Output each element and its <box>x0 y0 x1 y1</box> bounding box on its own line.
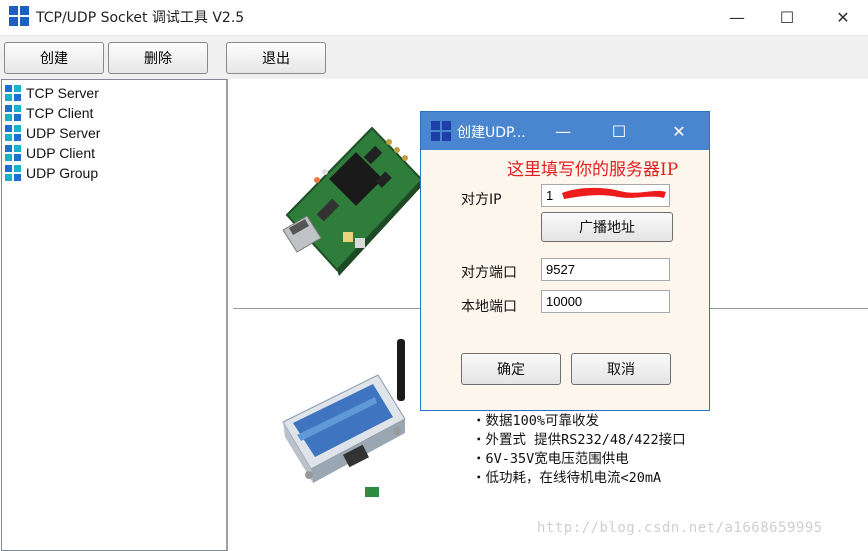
close-icon: ✕ <box>672 121 686 141</box>
create-udp-dialog: 创建UDP... — ☐ ✕ 这里填写你的服务器IP 对方IP 广播地址 对方端… <box>420 111 710 411</box>
local-port-input[interactable] <box>541 290 670 313</box>
dialog-app-icon <box>431 121 451 141</box>
socket-icon <box>5 144 21 161</box>
broadcast-address-button[interactable]: 广播地址 <box>541 212 673 242</box>
tree-item-tcp-server[interactable]: TCP Server <box>5 83 99 102</box>
redaction-mark <box>562 187 666 199</box>
tree-item-label: TCP Client <box>26 104 94 121</box>
feature-item: ・低功耗，在线待机电流<20mA <box>472 470 662 486</box>
socket-icon <box>5 104 21 121</box>
socket-icon <box>5 164 21 181</box>
close-icon: ✕ <box>836 7 850 27</box>
dialog-title-bar: 创建UDP... — ☐ ✕ <box>421 112 709 150</box>
tree-item-label: UDP Client <box>26 144 95 161</box>
tree-item-tcp-client[interactable]: TCP Client <box>5 103 93 122</box>
remote-port-input[interactable] <box>541 258 670 281</box>
cancel-button[interactable]: 取消 <box>571 353 671 385</box>
tree-item-label: TCP Server <box>26 84 99 101</box>
tree-item-udp-client[interactable]: UDP Client <box>5 143 95 162</box>
app-icon <box>9 6 29 26</box>
window-title: TCP/UDP Socket 调试工具 V2.5 <box>36 10 245 26</box>
dialog-maximize-button[interactable]: ☐ <box>595 112 643 150</box>
dialog-close-button[interactable]: ✕ <box>655 112 703 150</box>
ok-button[interactable]: 确定 <box>461 353 561 385</box>
minimize-icon: — <box>729 7 745 27</box>
server-ip-hint: 这里填写你的服务器IP <box>507 160 679 180</box>
minimize-icon: — <box>555 121 571 141</box>
socket-icon <box>5 84 21 101</box>
toolbar: 创建 删除 退出 <box>0 35 868 80</box>
maximize-icon: ☐ <box>611 121 627 141</box>
dtu-device-image <box>282 339 406 497</box>
create-button[interactable]: 创建 <box>4 42 104 74</box>
feature-item: ・外置式 提供RS232/48/422接口 <box>472 432 686 448</box>
connection-tree[interactable]: TCP Server TCP Client UDP Server UDP Cli… <box>1 79 228 551</box>
exit-button[interactable]: 退出 <box>226 42 326 74</box>
feature-item: ・数据100%可靠收发 <box>472 413 600 429</box>
dialog-minimize-button[interactable]: — <box>539 112 587 150</box>
tree-item-udp-group[interactable]: UDP Group <box>5 163 98 182</box>
local-port-label: 本地端口 <box>461 299 517 315</box>
title-bar: TCP/UDP Socket 调试工具 V2.5 — ☐ ✕ <box>0 0 868 34</box>
feature-item: ・6V-35V宽电压范围供电 <box>472 451 629 467</box>
minimize-button[interactable]: — <box>712 0 762 34</box>
tree-item-udp-server[interactable]: UDP Server <box>5 123 100 142</box>
ethernet-module-image <box>282 126 424 276</box>
feature-list: ・数据100%可靠收发 ・外置式 提供RS232/48/422接口 ・6V-35… <box>472 412 686 488</box>
close-button[interactable]: ✕ <box>818 0 868 34</box>
delete-button[interactable]: 删除 <box>108 42 208 74</box>
maximize-button[interactable]: ☐ <box>762 0 812 34</box>
maximize-icon: ☐ <box>779 7 795 27</box>
tree-item-label: UDP Server <box>26 124 101 141</box>
socket-icon <box>5 124 21 141</box>
remote-port-label: 对方端口 <box>461 265 517 281</box>
remote-ip-label: 对方IP <box>461 192 502 208</box>
watermark: http://blog.csdn.net/a1668659995 <box>537 520 823 536</box>
tree-item-label: UDP Group <box>26 164 99 181</box>
dialog-title: 创建UDP... <box>457 125 526 141</box>
